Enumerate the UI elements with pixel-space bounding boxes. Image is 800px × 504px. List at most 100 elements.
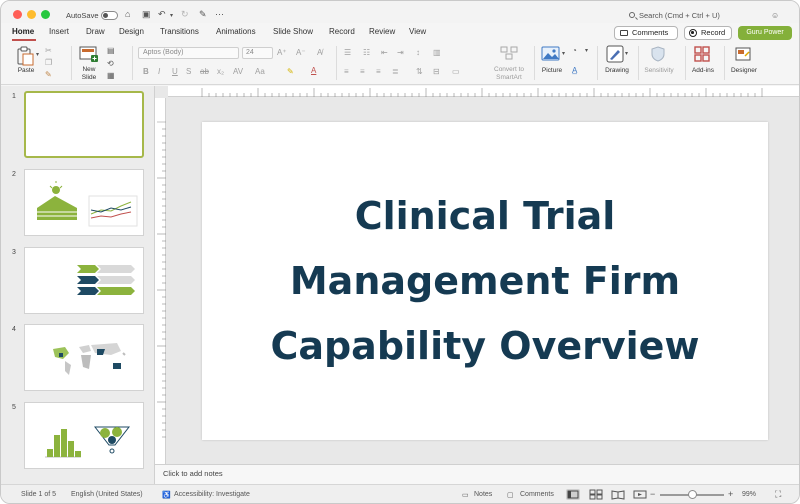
text-direction-icon: ⇅ — [416, 67, 423, 76]
font-color-icon: A — [311, 66, 317, 75]
record-button[interactable]: Record — [684, 26, 732, 40]
clear-formatting-icon: A̸ — [317, 48, 323, 57]
reading-view-button[interactable] — [611, 489, 625, 500]
powerpoint-window: AutoSave ⌂ ▣ ↶ ▾ ↻ ✎ ⋯ Search (Cmd + Ctr… — [0, 0, 800, 504]
tab-insert[interactable]: Insert — [49, 27, 69, 36]
copy-icon: ❐ — [45, 58, 53, 67]
language-status[interactable]: English (United States) — [71, 491, 143, 498]
accessibility-icon: ♿ — [162, 492, 171, 499]
home-icon[interactable]: ⌂ — [125, 8, 130, 20]
shapes-icon[interactable]: ◔ — [572, 46, 577, 56]
paste-dropdown-icon[interactable]: ▾ — [36, 50, 39, 60]
minimize-window-button[interactable] — [27, 10, 36, 19]
ribbon-separator — [597, 46, 598, 80]
active-tab-indicator — [12, 39, 36, 41]
more-commands-icon[interactable]: ⋯ — [215, 8, 224, 20]
format-painter-icon[interactable]: ✎ — [199, 8, 207, 20]
slide-5-preview — [45, 426, 131, 458]
subscript-icon: x₂ — [217, 67, 225, 76]
zoom-in-icon[interactable]: + — [728, 489, 733, 499]
slide-title-line-3: Capability Overview — [270, 323, 700, 368]
font-name-select[interactable]: Aptos (Body) — [138, 47, 239, 59]
comments-button[interactable]: Comments — [614, 26, 678, 40]
guru-power-button[interactable]: Guru Power — [738, 26, 792, 40]
slide-sorter-button[interactable] — [589, 489, 603, 500]
slide-thumbnail-1[interactable] — [24, 91, 144, 158]
bold-icon: B — [143, 67, 149, 76]
zoom-out-icon[interactable]: − — [650, 489, 655, 499]
tab-record[interactable]: Record — [329, 27, 355, 36]
search-input[interactable]: Search (Cmd + Ctrl + U) — [639, 11, 720, 20]
italic-icon: I — [158, 67, 161, 76]
tab-design[interactable]: Design — [119, 27, 144, 36]
ribbon-separator — [132, 46, 133, 80]
paste-icon[interactable] — [15, 46, 35, 66]
align-left-icon: ≡ — [344, 67, 349, 76]
comment-icon — [620, 30, 628, 36]
ribbon-separator — [336, 46, 337, 80]
add-ins-label: Add-ins — [691, 67, 715, 74]
picture-dropdown-icon[interactable]: ▾ — [562, 49, 565, 59]
tab-slide-show[interactable]: Slide Show — [273, 27, 313, 36]
slide-show-button[interactable] — [633, 489, 647, 500]
increase-font-icon: A⁺ — [277, 48, 287, 57]
comments-toggle[interactable]: Comments — [520, 491, 554, 498]
slide-title-line-2: Management Firm — [289, 258, 681, 303]
normal-view-button[interactable] — [566, 489, 580, 500]
maximize-window-button[interactable] — [41, 10, 50, 19]
strikethrough-icon: ab — [200, 67, 209, 76]
text-box-icon: ▭ — [452, 67, 460, 76]
shapes-dropdown-icon[interactable]: ▾ — [585, 46, 588, 56]
picture-icon[interactable] — [541, 46, 561, 62]
close-window-button[interactable] — [13, 10, 22, 19]
record-icon — [689, 29, 697, 37]
tab-view[interactable]: View — [409, 27, 426, 36]
tab-animations[interactable]: Animations — [216, 27, 256, 36]
add-ins-icon[interactable] — [694, 46, 710, 62]
font-size-select[interactable]: 24 — [242, 47, 273, 59]
current-slide[interactable]: Clinical Trial Management Firm Capabilit… — [202, 122, 768, 440]
drawing-dropdown-icon[interactable]: ▾ — [625, 49, 628, 59]
zoom-slider-handle[interactable] — [688, 490, 697, 499]
accessibility-status[interactable]: Accessibility: Investigate — [174, 491, 250, 498]
slide-thumbnail-3[interactable] — [24, 247, 144, 314]
thumbnail-number: 3 — [12, 249, 16, 256]
reset-icon[interactable]: ⟲ — [107, 59, 114, 69]
layout-icon[interactable]: ▤ — [107, 46, 115, 56]
align-center-icon: ≡ — [360, 67, 365, 76]
format-painter-brush-icon[interactable]: ✎ — [45, 70, 52, 80]
undo-dropdown-icon[interactable]: ▾ — [170, 10, 173, 22]
convert-smartart-label-1: Convert to — [494, 66, 524, 73]
slide-show-icon — [633, 490, 647, 499]
convert-smartart-label-2: SmartArt — [496, 74, 522, 81]
underline-icon: U — [172, 67, 178, 76]
section-icon[interactable]: ▦ — [107, 71, 115, 81]
new-slide-icon[interactable] — [79, 45, 99, 63]
tab-home[interactable]: Home — [12, 27, 34, 36]
tab-draw[interactable]: Draw — [86, 27, 105, 36]
tab-review[interactable]: Review — [369, 27, 395, 36]
slide-thumbnail-4[interactable] — [24, 324, 144, 391]
textbox-insert-icon[interactable]: A̲ — [572, 66, 577, 76]
fit-to-window-icon[interactable]: ⛶ — [775, 489, 781, 500]
decrease-indent-icon: ⇤ — [381, 48, 388, 57]
notes-pane[interactable]: Click to add notes — [155, 464, 799, 484]
slide-title-placeholder[interactable]: Clinical Trial Management Firm Capabilit… — [202, 122, 768, 440]
drawing-icon[interactable] — [606, 45, 624, 63]
change-case-icon: Aa — [255, 67, 265, 76]
notes-toggle[interactable]: Notes — [474, 491, 492, 498]
slide-thumbnail-5[interactable] — [24, 402, 144, 469]
autosave-toggle[interactable] — [101, 11, 118, 20]
slide-thumbnail-2[interactable] — [24, 169, 144, 236]
save-icon[interactable]: ▣ — [142, 8, 151, 20]
zoom-level[interactable]: 99% — [742, 491, 756, 498]
character-spacing-icon: AV — [233, 67, 244, 76]
autosave-label: AutoSave — [66, 11, 99, 20]
account-icon[interactable]: ☺ — [771, 11, 779, 20]
thumbnail-number: 2 — [12, 171, 16, 178]
ribbon-separator — [685, 46, 686, 80]
designer-icon[interactable] — [734, 46, 752, 62]
undo-icon[interactable]: ↶ — [158, 8, 166, 20]
decrease-font-icon: A⁻ — [296, 48, 306, 57]
tab-transitions[interactable]: Transitions — [160, 27, 199, 36]
